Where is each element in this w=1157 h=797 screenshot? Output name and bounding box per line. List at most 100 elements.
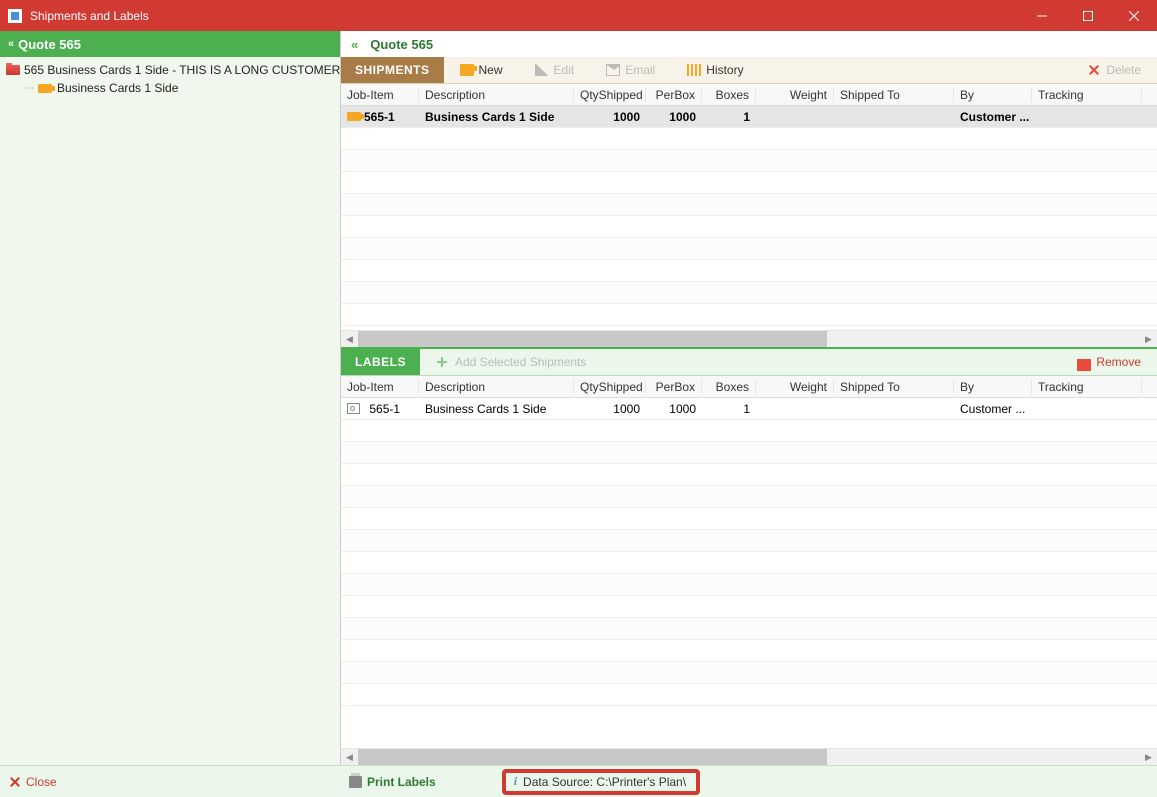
truck-icon [347, 112, 361, 121]
sidebar-title: Quote 565 [18, 37, 81, 52]
scroll-right-icon[interactable]: ▶ [1140, 331, 1157, 348]
plus-icon [436, 356, 450, 368]
folder-icon [6, 64, 20, 76]
col-qty[interactable]: QtyShipped [574, 380, 646, 394]
col-qty[interactable]: QtyShipped [574, 88, 646, 102]
empty-row [341, 596, 1157, 618]
col-track[interactable]: Tracking [1032, 88, 1142, 102]
shipments-grid-body: 565-1 Business Cards 1 Side 1000 1000 1 … [341, 106, 1157, 330]
empty-row [341, 150, 1157, 172]
tree-connector: ⋯ [24, 83, 34, 94]
close-icon [10, 777, 20, 787]
col-desc[interactable]: Description [419, 380, 574, 394]
back-button[interactable]: « [351, 37, 356, 52]
empty-row [341, 508, 1157, 530]
sidebar: « Quote 565 565 Business Cards 1 Side - … [0, 31, 341, 765]
scroll-right-icon[interactable]: ▶ [1140, 749, 1157, 766]
minimize-button[interactable] [1019, 0, 1065, 31]
shipment-row[interactable]: 565-1 Business Cards 1 Side 1000 1000 1 … [341, 106, 1157, 128]
empty-row [341, 128, 1157, 150]
truck-icon [460, 64, 474, 76]
col-weight[interactable]: Weight [756, 88, 834, 102]
info-icon: i [514, 774, 517, 789]
empty-row [341, 640, 1157, 662]
close-button[interactable]: Close [0, 766, 341, 797]
col-track[interactable]: Tracking [1032, 380, 1142, 394]
col-weight[interactable]: Weight [756, 380, 834, 394]
shipments-section-title: SHIPMENTS [341, 57, 444, 83]
content-area: « Quote 565 SHIPMENTS New Edit Email His… [341, 31, 1157, 765]
footer: Close Print Labels i Data Source: C:\Pri… [0, 765, 1157, 797]
data-source-indicator[interactable]: i Data Source: C:\Printer's Plan\ [502, 769, 700, 795]
empty-row [341, 282, 1157, 304]
print-icon [349, 776, 362, 788]
tree-view: 565 Business Cards 1 Side - THIS IS A LO… [0, 57, 340, 765]
labels-scrollbar[interactable]: ◀ ▶ [341, 748, 1157, 765]
col-boxes[interactable]: Boxes [702, 380, 756, 394]
col-job[interactable]: Job-Item [341, 380, 419, 394]
edit-shipment-button[interactable]: Edit [519, 57, 591, 83]
labels-grid-header: Job-Item Description QtyShipped PerBox B… [341, 376, 1157, 398]
empty-row [341, 464, 1157, 486]
empty-row [341, 172, 1157, 194]
empty-row [341, 216, 1157, 238]
app-icon [8, 9, 22, 23]
shipments-scrollbar[interactable]: ◀ ▶ [341, 330, 1157, 347]
window-controls [1019, 0, 1157, 31]
new-shipment-button[interactable]: New [444, 57, 519, 83]
labels-section-title: LABELS [341, 349, 420, 375]
breadcrumb: « Quote 565 [341, 31, 1157, 57]
minus-icon [1077, 359, 1091, 371]
tree-root-item[interactable]: 565 Business Cards 1 Side - THIS IS A LO… [6, 61, 334, 79]
empty-row [341, 260, 1157, 282]
scroll-left-icon[interactable]: ◀ [341, 749, 358, 766]
email-shipment-button[interactable]: Email [590, 57, 671, 83]
empty-row [341, 530, 1157, 552]
empty-row [341, 486, 1157, 508]
history-button[interactable]: History [671, 57, 759, 83]
label-row[interactable]: 565-1 Business Cards 1 Side 1000 1000 1 … [341, 398, 1157, 420]
empty-row [341, 442, 1157, 464]
tree-child-label: Business Cards 1 Side [57, 81, 178, 95]
tree-root-label: 565 Business Cards 1 Side - THIS IS A LO… [24, 63, 340, 77]
maximize-button[interactable] [1065, 0, 1111, 31]
close-window-button[interactable] [1111, 0, 1157, 31]
edit-icon [535, 64, 549, 76]
labels-grid-body: 565-1 Business Cards 1 Side 1000 1000 1 … [341, 398, 1157, 748]
shipments-grid: Job-Item Description QtyShipped PerBox B… [341, 84, 1157, 347]
empty-row [341, 618, 1157, 640]
col-perbox[interactable]: PerBox [646, 88, 702, 102]
remove-label-button[interactable]: Remove [1061, 349, 1157, 375]
titlebar: Shipments and Labels [0, 0, 1157, 31]
col-job[interactable]: Job-Item [341, 88, 419, 102]
collapse-icon: « [8, 38, 14, 50]
col-by[interactable]: By [954, 88, 1032, 102]
labels-section: LABELS Add Selected Shipments Remove Job… [341, 347, 1157, 765]
empty-row [341, 194, 1157, 216]
empty-row [341, 574, 1157, 596]
truck-icon [37, 82, 53, 94]
col-desc[interactable]: Description [419, 88, 574, 102]
col-by[interactable]: By [954, 380, 1032, 394]
col-shipto[interactable]: Shipped To [834, 380, 954, 394]
data-source-path: Data Source: C:\Printer's Plan\ [523, 775, 686, 789]
tree-child-item[interactable]: ⋯ Business Cards 1 Side [6, 79, 334, 97]
empty-row [341, 662, 1157, 684]
delete-shipment-button[interactable]: Delete [1071, 57, 1157, 83]
print-labels-button[interactable]: Print Labels [349, 775, 436, 789]
shipments-grid-header: Job-Item Description QtyShipped PerBox B… [341, 84, 1157, 106]
empty-row [341, 238, 1157, 260]
col-boxes[interactable]: Boxes [702, 88, 756, 102]
add-selected-button[interactable]: Add Selected Shipments [420, 349, 602, 375]
shipments-toolbar: SHIPMENTS New Edit Email History Delete [341, 57, 1157, 84]
col-perbox[interactable]: PerBox [646, 380, 702, 394]
window-title: Shipments and Labels [30, 9, 1019, 23]
delete-icon [1087, 64, 1101, 76]
empty-row [341, 304, 1157, 326]
scroll-left-icon[interactable]: ◀ [341, 331, 358, 348]
col-shipto[interactable]: Shipped To [834, 88, 954, 102]
breadcrumb-title: Quote 565 [370, 37, 433, 52]
sidebar-header[interactable]: « Quote 565 [0, 31, 340, 57]
empty-row [341, 420, 1157, 442]
email-icon [606, 64, 620, 76]
